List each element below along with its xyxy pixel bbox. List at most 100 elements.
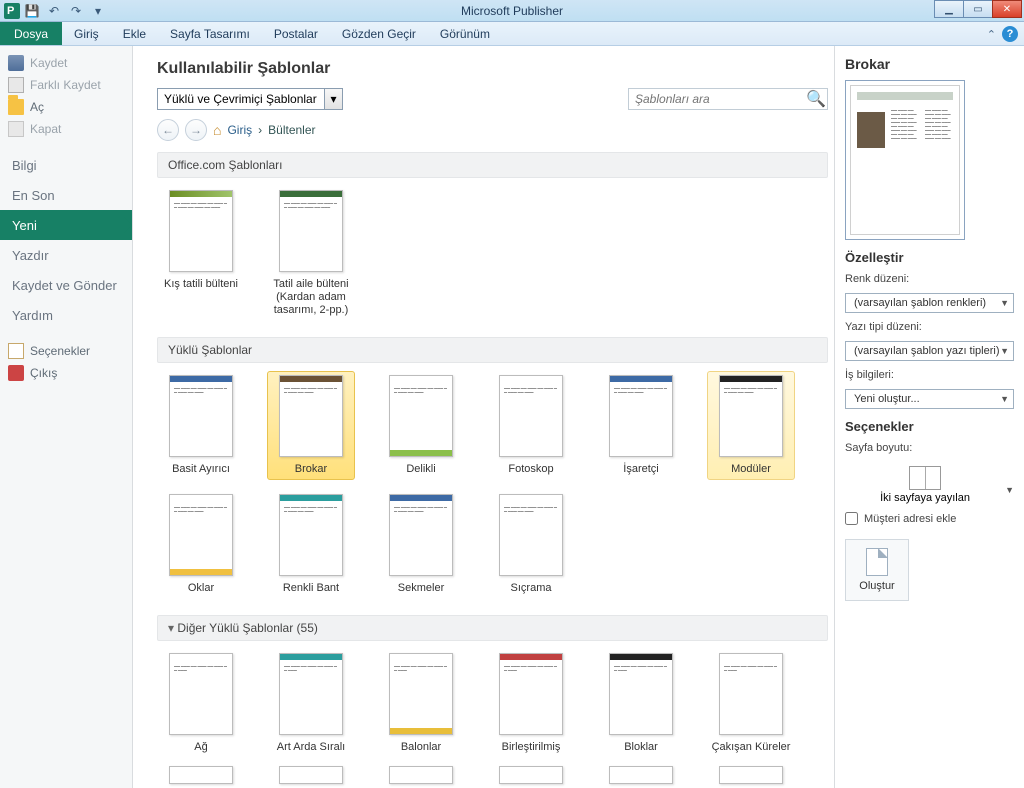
template-item[interactable]	[271, 766, 351, 784]
page-size-label: Sayfa boyutu:	[845, 442, 1014, 454]
font-scheme-label: Yazı tipi düzeni:	[845, 321, 1014, 333]
template-item[interactable]: ▬▬ ▬▬▬ ▬▬ ▬▬▬ ▬▬ ▬▬▬ ▬▬ ▬▬▬ ▬▬ ▬▬▬Sıçram…	[491, 494, 571, 595]
chevron-down-icon[interactable]: ▼	[1005, 485, 1014, 495]
template-thumb: ▬▬ ▬▬▬ ▬▬ ▬▬▬ ▬▬ ▬▬▬ ▬▬ ▬▬▬ ▬▬ ▬▬▬ ▬▬ ▬▬…	[279, 190, 343, 272]
tab-page-design[interactable]: Sayfa Tasarımı	[158, 22, 262, 45]
section-other-templates[interactable]: Diğer Yüklü Şablonlar (55)	[157, 615, 828, 641]
template-item[interactable]: ▬▬ ▬▬▬ ▬▬ ▬▬▬ ▬▬ ▬▬▬ ▬▬ ▬▬▬Balonlar	[381, 653, 461, 754]
section-office-templates: Office.com Şablonları	[157, 152, 828, 178]
nav-save-as[interactable]: Farklı Kaydet	[0, 74, 132, 96]
app-icon	[4, 3, 20, 19]
search-icon[interactable]: 🔍	[805, 89, 827, 109]
nav-forward-button[interactable]: →	[185, 119, 207, 141]
font-scheme-dropdown[interactable]: (varsayılan şablon yazı tipleri)▼	[845, 341, 1014, 361]
tab-file[interactable]: Dosya	[0, 22, 62, 45]
template-item[interactable]	[381, 766, 461, 784]
other-templates-grid: ▬▬ ▬▬▬ ▬▬ ▬▬▬ ▬▬ ▬▬▬ ▬▬ ▬▬▬Ağ ▬▬ ▬▬▬ ▬▬ …	[157, 651, 828, 768]
template-source-combo[interactable]: Yüklü ve Çevrimiçi Şablonlar ▾	[157, 88, 343, 110]
window-controls: ▁ ▭ ✕	[935, 0, 1022, 18]
template-item[interactable]: ▬▬ ▬▬▬ ▬▬ ▬▬▬ ▬▬ ▬▬▬ ▬▬ ▬▬▬ ▬▬ ▬▬▬ ▬▬ ▬▬…	[161, 190, 241, 317]
template-item[interactable]: ▬▬ ▬▬▬ ▬▬ ▬▬▬ ▬▬ ▬▬▬ ▬▬ ▬▬▬Ağ	[161, 653, 241, 754]
other-templates-grid-2	[157, 764, 828, 788]
nav-save[interactable]: Kaydet	[0, 52, 132, 74]
two-page-spread-icon	[909, 466, 941, 490]
minimize-button[interactable]: ▁	[934, 0, 964, 18]
nav-save-send[interactable]: Kaydet ve Gönder	[0, 270, 132, 300]
options-heading: Seçenekler	[845, 419, 1014, 434]
home-icon[interactable]: ⌂	[213, 122, 221, 138]
help-button[interactable]: ?	[1002, 26, 1018, 42]
template-item[interactable]: ▬▬ ▬▬▬ ▬▬ ▬▬▬ ▬▬ ▬▬▬ ▬▬ ▬▬▬ ▬▬ ▬▬▬Fotosk…	[491, 375, 571, 476]
qat-save-button[interactable]: 💾	[22, 2, 42, 20]
tab-mailings[interactable]: Postalar	[262, 22, 330, 45]
backstage: Kaydet Farklı Kaydet Aç Kapat Bilgi En S…	[0, 46, 1024, 788]
close-icon	[8, 121, 24, 137]
exit-icon	[8, 365, 24, 381]
create-label: Oluştur	[859, 580, 894, 592]
template-item[interactable]: ▬▬ ▬▬▬ ▬▬ ▬▬▬ ▬▬ ▬▬▬ ▬▬ ▬▬▬ ▬▬ ▬▬▬İşaret…	[601, 375, 681, 476]
installed-templates-grid: ▬▬ ▬▬▬ ▬▬ ▬▬▬ ▬▬ ▬▬▬ ▬▬ ▬▬▬ ▬▬ ▬▬▬Basit …	[157, 373, 828, 609]
ribbon-tabs: Dosya Giriş Ekle Sayfa Tasarımı Postalar…	[0, 22, 1024, 46]
include-address-label: Müşteri adresi ekle	[864, 513, 956, 525]
nav-info[interactable]: Bilgi	[0, 150, 132, 180]
tab-view[interactable]: Görünüm	[428, 22, 502, 45]
nav-open[interactable]: Aç	[0, 96, 132, 118]
search-input[interactable]	[629, 92, 805, 106]
page-size-selector[interactable]: İki sayfaya yayılan	[845, 462, 1005, 504]
template-item[interactable]: ▬▬ ▬▬▬ ▬▬ ▬▬▬ ▬▬ ▬▬▬ ▬▬ ▬▬▬ ▬▬ ▬▬▬ ▬▬ ▬▬…	[271, 190, 351, 317]
new-page-icon	[866, 548, 888, 576]
filter-row: Yüklü ve Çevrimiçi Şablonlar ▾ 🔍	[157, 88, 828, 110]
template-item[interactable]: ▬▬ ▬▬▬ ▬▬ ▬▬▬ ▬▬ ▬▬▬ ▬▬ ▬▬▬ ▬▬ ▬▬▬Modüle…	[707, 371, 795, 480]
nav-help[interactable]: Yardım	[0, 300, 132, 330]
template-item[interactable]	[601, 766, 681, 784]
template-label: Kış tatili bülteni	[164, 278, 238, 291]
nav-options[interactable]: Seçenekler	[0, 340, 132, 362]
nav-new[interactable]: Yeni	[0, 210, 132, 240]
include-address-checkbox-row[interactable]: Müşteri adresi ekle	[845, 512, 1014, 525]
template-preview: ▬▬ ▬▬▬ ▬▬ ▬▬▬ ▬▬ ▬▬▬ ▬▬ ▬▬▬ ▬▬ ▬▬▬ ▬▬ ▬▬…	[845, 80, 965, 240]
close-button[interactable]: ✕	[992, 0, 1022, 18]
customize-heading: Özelleştir	[845, 250, 1014, 265]
tab-insert[interactable]: Ekle	[111, 22, 158, 45]
chevron-down-icon: ▼	[1000, 298, 1009, 308]
template-item[interactable]: ▬▬ ▬▬▬ ▬▬ ▬▬▬ ▬▬ ▬▬▬ ▬▬ ▬▬▬ ▬▬ ▬▬▬Basit …	[161, 375, 241, 476]
color-scheme-dropdown[interactable]: (varsayılan şablon renkleri)▼	[845, 293, 1014, 313]
templates-panel: Kullanılabilir Şablonlar Yüklü ve Çevrim…	[133, 46, 834, 788]
page-title: Kullanılabilir Şablonlar	[157, 60, 828, 78]
qat-redo-button[interactable]: ↷	[66, 2, 86, 20]
tab-home[interactable]: Giriş	[62, 22, 111, 45]
create-button[interactable]: Oluştur	[845, 539, 909, 601]
template-item[interactable]: ▬▬ ▬▬▬ ▬▬ ▬▬▬ ▬▬ ▬▬▬ ▬▬ ▬▬▬ ▬▬ ▬▬▬Sekmel…	[381, 494, 461, 595]
chevron-down-icon: ▼	[1000, 394, 1009, 404]
business-info-dropdown[interactable]: Yeni oluştur...▼	[845, 389, 1014, 409]
template-item[interactable]	[161, 766, 241, 784]
qat-undo-button[interactable]: ↶	[44, 2, 64, 20]
nav-recent[interactable]: En Son	[0, 180, 132, 210]
nav-close[interactable]: Kapat	[0, 118, 132, 140]
backstage-nav: Kaydet Farklı Kaydet Aç Kapat Bilgi En S…	[0, 46, 133, 788]
template-item[interactable]: ▬▬ ▬▬▬ ▬▬ ▬▬▬ ▬▬ ▬▬▬ ▬▬ ▬▬▬Bloklar	[601, 653, 681, 754]
template-item[interactable]	[711, 766, 791, 784]
color-scheme-label: Renk düzeni:	[845, 273, 1014, 285]
template-item[interactable]: ▬▬ ▬▬▬ ▬▬ ▬▬▬ ▬▬ ▬▬▬ ▬▬ ▬▬▬Çakışan Kürel…	[711, 653, 791, 754]
template-item[interactable]: ▬▬ ▬▬▬ ▬▬ ▬▬▬ ▬▬ ▬▬▬ ▬▬ ▬▬▬ ▬▬ ▬▬▬Oklar	[161, 494, 241, 595]
template-item[interactable]: ▬▬ ▬▬▬ ▬▬ ▬▬▬ ▬▬ ▬▬▬ ▬▬ ▬▬▬ ▬▬ ▬▬▬Delikl…	[381, 375, 461, 476]
nav-print[interactable]: Yazdır	[0, 240, 132, 270]
tab-review[interactable]: Gözden Geçir	[330, 22, 428, 45]
qat-customize-button[interactable]: ▾	[88, 2, 108, 20]
title-bar: 💾 ↶ ↷ ▾ Microsoft Publisher ▁ ▭ ✕	[0, 0, 1024, 22]
template-item[interactable]: ▬▬ ▬▬▬ ▬▬ ▬▬▬ ▬▬ ▬▬▬ ▬▬ ▬▬▬ ▬▬ ▬▬▬Renkli…	[271, 494, 351, 595]
search-box[interactable]: 🔍	[628, 88, 828, 110]
include-address-checkbox[interactable]	[845, 512, 858, 525]
crumb-home[interactable]: Giriş	[227, 123, 252, 137]
nav-exit[interactable]: Çıkış	[0, 362, 132, 384]
ribbon-collapse-button[interactable]: ⌃	[987, 28, 996, 41]
preview-pane: Brokar ▬▬ ▬▬▬ ▬▬ ▬▬▬ ▬▬ ▬▬▬ ▬▬ ▬▬▬ ▬▬ ▬▬…	[834, 46, 1024, 788]
maximize-button[interactable]: ▭	[963, 0, 993, 18]
template-item-selected[interactable]: ▬▬ ▬▬▬ ▬▬ ▬▬▬ ▬▬ ▬▬▬ ▬▬ ▬▬▬ ▬▬ ▬▬▬Brokar	[267, 371, 355, 480]
template-item[interactable]: ▬▬ ▬▬▬ ▬▬ ▬▬▬ ▬▬ ▬▬▬ ▬▬ ▬▬▬Birleştirilmi…	[491, 653, 571, 754]
nav-back-button[interactable]: ←	[157, 119, 179, 141]
template-item[interactable]	[491, 766, 571, 784]
template-item[interactable]: ▬▬ ▬▬▬ ▬▬ ▬▬▬ ▬▬ ▬▬▬ ▬▬ ▬▬▬Art Arda Sıra…	[271, 653, 351, 754]
page-size-value: İki sayfaya yayılan	[880, 492, 970, 504]
